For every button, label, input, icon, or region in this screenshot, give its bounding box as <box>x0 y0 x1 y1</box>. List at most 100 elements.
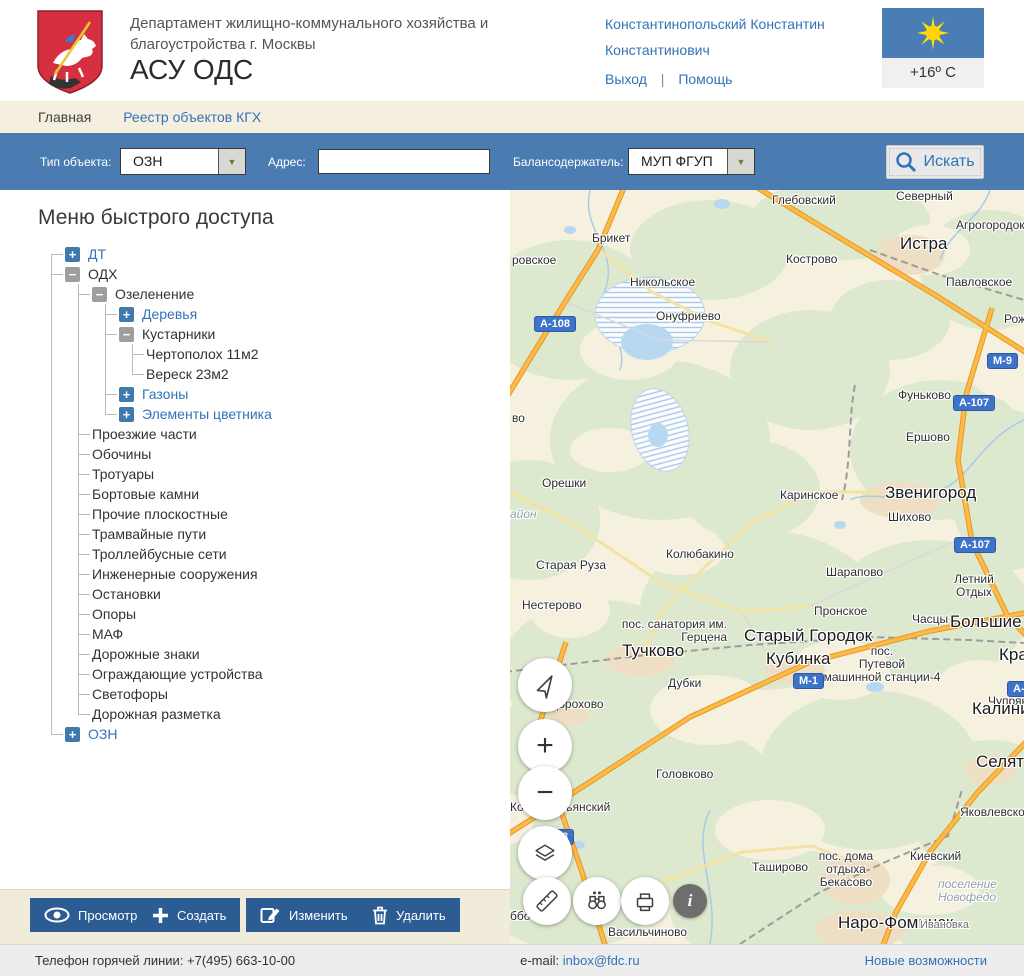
map-label: Колюбакино <box>666 548 734 561</box>
email-block: e-mail: inbox@fdc.ru <box>520 953 639 968</box>
map-label: во <box>512 412 525 425</box>
tree-item[interactable]: −ОДХ <box>65 264 510 284</box>
ruler-button[interactable] <box>523 877 571 925</box>
zoom-in-button[interactable]: + <box>518 719 572 773</box>
search-button[interactable]: Искать <box>886 145 984 179</box>
map-label: Таширово <box>752 861 808 874</box>
map-label: Агрогородок <box>956 219 1024 232</box>
tree-item[interactable]: Чертополох 11м2 <box>146 344 510 364</box>
tree-item[interactable]: Обочины <box>92 444 510 464</box>
user-name-link[interactable]: Константинопольский Константин Константи… <box>605 11 825 63</box>
nav-registry-kgh[interactable]: Реестр объектов КГХ <box>123 109 261 125</box>
layers-button[interactable] <box>518 826 572 880</box>
map-label: пос. дома отдыха Бекасово <box>819 850 873 889</box>
tree-item[interactable]: Бортовые камни <box>92 484 510 504</box>
tree-item[interactable]: + Газоны <box>119 384 510 404</box>
tree-item-label[interactable]: МАФ <box>92 626 123 642</box>
tree-item[interactable]: Трамвайные пути <box>92 524 510 544</box>
collapse-toggle-icon[interactable]: − <box>65 267 80 282</box>
tree-item-label[interactable]: ОДХ <box>88 266 117 282</box>
map-label: Каринское <box>780 489 838 502</box>
object-type-select[interactable]: ОЗН ▼ <box>120 148 246 175</box>
print-button[interactable] <box>621 877 669 925</box>
edit-button[interactable]: Изменить <box>246 898 362 932</box>
tree-item-label[interactable]: Деревья <box>142 306 197 322</box>
tree-item-label[interactable]: Обочины <box>92 446 151 462</box>
binoculars-search-button[interactable] <box>573 877 621 925</box>
new-features-link[interactable]: Новые возможности <box>865 953 987 968</box>
map[interactable]: БрикетровскоеНикольскоеОнуфриевоГлебовск… <box>510 190 1024 944</box>
tree-item[interactable]: Дорожная разметка <box>92 704 510 724</box>
tree-item-label[interactable]: Трамвайные пути <box>92 526 206 542</box>
tree-item[interactable]: Опоры <box>92 604 510 624</box>
tree-item[interactable]: Дорожные знаки <box>92 644 510 664</box>
map-label: Яковлевское <box>960 806 1024 819</box>
holder-select[interactable]: МУП ФГУП ▼ <box>628 148 755 175</box>
tree-item-label[interactable]: Озеленение <box>115 286 194 302</box>
tree-item-label[interactable]: Тротуары <box>92 466 154 482</box>
tree-item-label[interactable]: Чертополох 11м2 <box>146 346 259 362</box>
tree-item[interactable]: Ограждающие устройства <box>92 664 510 684</box>
filter-bar: Тип объекта: ОЗН ▼ Адрес: Балансодержате… <box>0 133 1024 190</box>
tree-item-label[interactable]: Дорожная разметка <box>92 706 221 722</box>
tree-item-label[interactable]: Газоны <box>142 386 188 402</box>
expand-toggle-icon[interactable]: + <box>119 307 134 322</box>
tree-item-label[interactable]: Опоры <box>92 606 136 622</box>
delete-button[interactable]: Удалить <box>358 898 460 932</box>
tree-item-label[interactable]: ДТ <box>88 246 106 262</box>
nav-home[interactable]: Главная <box>38 109 91 125</box>
tree-item-label[interactable]: Вереск 23м2 <box>146 366 229 382</box>
view-button[interactable]: Просмотр <box>30 898 151 932</box>
info-button[interactable]: i <box>673 884 707 918</box>
tree-item-label[interactable]: Инженерные сооружения <box>92 566 258 582</box>
tree-item-label[interactable]: Проезжие части <box>92 426 197 442</box>
tree-item[interactable]: −Озеленение <box>92 284 510 304</box>
expand-toggle-icon[interactable]: + <box>119 407 134 422</box>
tree-item-label[interactable]: Ограждающие устройства <box>92 666 263 682</box>
content: Меню быстрого доступа +ДТ−ОДХ−Озеленение… <box>0 190 1024 944</box>
tree-item[interactable]: + Деревья <box>119 304 510 324</box>
logout-link[interactable]: Выход <box>605 71 647 87</box>
create-button[interactable]: Создать <box>138 898 240 932</box>
expand-toggle-icon[interactable]: + <box>65 727 80 742</box>
tree-item[interactable]: Инженерные сооружения <box>92 564 510 584</box>
expand-toggle-icon[interactable]: + <box>65 247 80 262</box>
tree-item-label[interactable]: Элементы цветника <box>142 406 272 422</box>
tree-item-label[interactable]: Светофоры <box>92 686 168 702</box>
tree-item-label[interactable]: Прочие плоскостные <box>92 506 228 522</box>
chevron-down-icon[interactable]: ▼ <box>727 149 754 174</box>
tree-item[interactable]: Вереск 23м2 <box>146 364 510 384</box>
tree-item[interactable]: Проезжие части <box>92 424 510 444</box>
zoom-out-button[interactable]: − <box>518 766 572 820</box>
road-badge: А-108 <box>534 316 576 332</box>
tree-item[interactable]: Прочие плоскостные <box>92 504 510 524</box>
address-input[interactable] <box>318 149 490 174</box>
email-label: e-mail: <box>520 953 559 968</box>
collapse-toggle-icon[interactable]: − <box>92 287 107 302</box>
map-label: Пронское <box>814 605 867 618</box>
chevron-down-icon[interactable]: ▼ <box>218 149 245 174</box>
tree-item[interactable]: Остановки <box>92 584 510 604</box>
tree-item-label[interactable]: Бортовые камни <box>92 486 199 502</box>
help-link[interactable]: Помощь <box>678 71 732 87</box>
locate-button[interactable] <box>518 658 572 712</box>
tree-item[interactable]: + ДТ <box>65 244 510 264</box>
tree-item[interactable]: Троллейбусные сети <box>92 544 510 564</box>
address-label: Адрес: <box>268 155 306 169</box>
tree-item-label[interactable]: Дорожные знаки <box>92 646 200 662</box>
tree-item[interactable]: −Кустарники <box>119 324 510 344</box>
expand-toggle-icon[interactable]: + <box>119 387 134 402</box>
tree-item[interactable]: Светофоры <box>92 684 510 704</box>
road-badge: М-9 <box>987 353 1018 369</box>
tree-item-label[interactable]: Троллейбусные сети <box>92 546 227 562</box>
tree-item-label[interactable]: ОЗН <box>88 726 117 742</box>
tree-item[interactable]: + Элементы цветника <box>119 404 510 424</box>
collapse-toggle-icon[interactable]: − <box>119 327 134 342</box>
footer: Телефон горячей линии: +7(495) 663-10-00… <box>0 944 1024 976</box>
tree-item-label[interactable]: Кустарники <box>142 326 215 342</box>
email-link[interactable]: inbox@fdc.ru <box>563 953 640 968</box>
tree-item[interactable]: + ОЗН <box>65 724 510 744</box>
tree-item[interactable]: Тротуары <box>92 464 510 484</box>
tree-item-label[interactable]: Остановки <box>92 586 161 602</box>
tree-item[interactable]: МАФ <box>92 624 510 644</box>
